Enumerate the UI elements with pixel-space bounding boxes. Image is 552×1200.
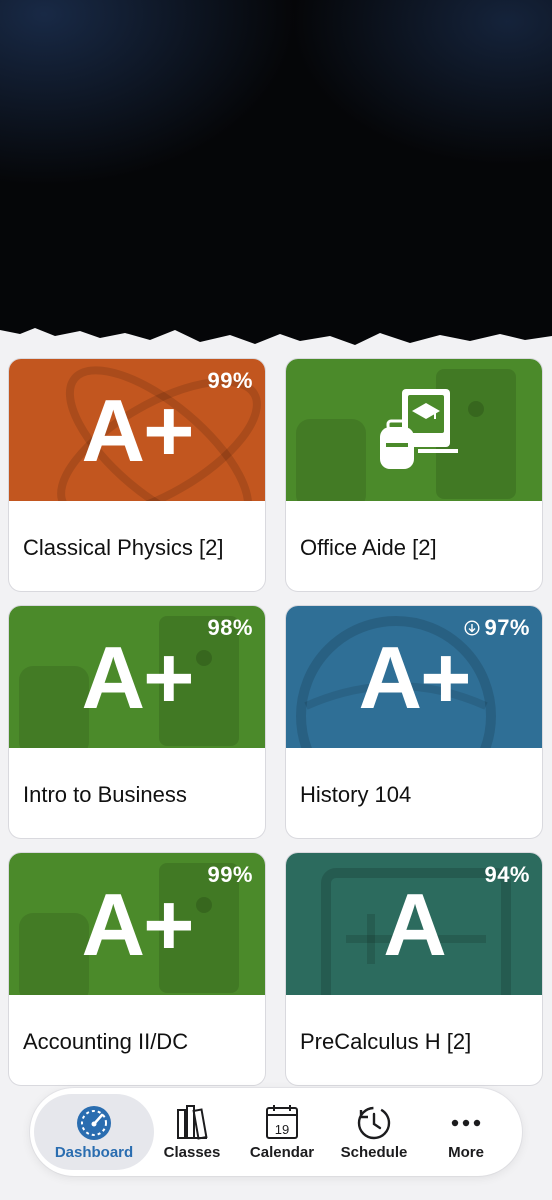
tab-classes[interactable]: Classes [146,1094,238,1170]
course-card-intro-to-business[interactable]: 98% A+ Intro to Business [9,606,265,838]
course-card-precalculus[interactable]: 94% A PreCalculus H [2] [286,853,542,1085]
svg-text:19: 19 [275,1122,289,1137]
books-backpack-icon [380,389,458,469]
course-card-accounting[interactable]: 99% A+ Accounting II/DC [9,853,265,1085]
course-banner: 94% A [286,853,542,995]
course-card-office-aide[interactable]: Office Aide [2] [286,359,542,591]
letter-grade: A+ [81,381,195,480]
tab-dashboard[interactable]: Dashboard [34,1094,154,1170]
tab-label: More [448,1144,484,1161]
tab-label: Calendar [249,1144,315,1161]
course-card-history-104[interactable]: 97% A+ History 104 [286,606,542,838]
course-title: Office Aide [2] [300,535,437,560]
course-banner: 99% A+ [9,359,265,501]
letter-grade: A+ [81,875,195,974]
course-title: Classical Physics [2] [23,535,224,560]
tab-label: Classes [163,1144,221,1161]
course-title: History 104 [300,782,412,807]
letter-grade: A+ [358,628,472,727]
books-icon [177,1105,208,1140]
letter-grade: A+ [81,628,195,727]
course-banner: 97% A+ [286,606,542,748]
torn-edge [0,300,552,360]
course-title: Intro to Business [23,782,187,807]
tab-schedule[interactable]: Schedule [328,1094,420,1170]
tab-more[interactable]: More [420,1094,512,1170]
more-dots-icon [451,1119,481,1127]
course-title: Accounting II/DC [23,1029,189,1054]
course-banner: 99% A+ [9,853,265,995]
calendar-icon: 19 [266,1105,298,1139]
speedometer-icon [77,1106,111,1140]
course-title: PreCalculus H [2] [300,1029,472,1054]
bottom-tab-bar: Dashboard Classes 19 Calendar Schedule M… [30,1088,522,1176]
tab-calendar[interactable]: 19 Calendar [236,1094,328,1170]
course-banner: 98% A+ [9,606,265,748]
header-image [0,0,552,360]
letter-grade: A [383,875,447,974]
course-card-classical-physics[interactable]: 99% A+ Classical Physics [2] [9,359,265,591]
tab-label: Schedule [340,1144,408,1161]
clock-history-icon [357,1106,391,1140]
tab-label: Dashboard [54,1144,134,1161]
course-banner [286,359,542,501]
